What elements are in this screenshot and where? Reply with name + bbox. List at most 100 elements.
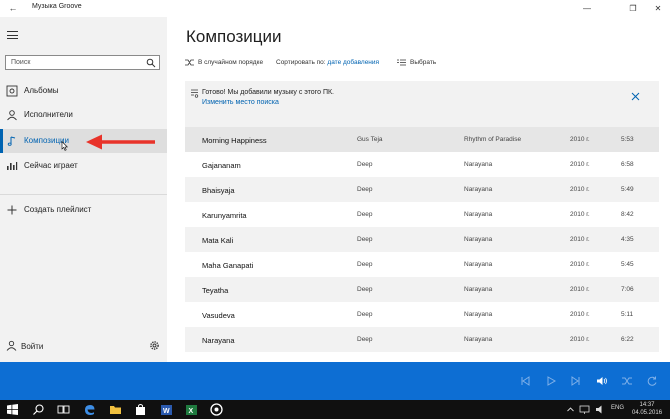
sidebar-item-now-playing[interactable]: Сейчас играет (0, 154, 167, 178)
groove-music-icon[interactable] (210, 403, 223, 416)
song-artist[interactable]: Deep (357, 311, 373, 318)
window-title: Музыка Groove (32, 3, 82, 10)
song-album[interactable]: Narayana (464, 211, 492, 218)
song-year: 2010 г. (570, 286, 590, 293)
sidebar-item-albums[interactable]: Альбомы (0, 79, 167, 103)
song-album[interactable]: Narayana (464, 336, 492, 343)
sort-value: дате добавления (327, 59, 380, 66)
song-album[interactable]: Narayana (464, 261, 492, 268)
user-icon (6, 340, 17, 351)
task-view-icon[interactable] (57, 403, 70, 416)
close-button[interactable]: ✕ (645, 0, 670, 17)
notification-message: Готово! Мы добавили музыку с этого ПК. (202, 89, 334, 96)
next-icon[interactable] (570, 375, 582, 387)
sidebar-item-label: Исполнители (24, 110, 73, 119)
table-row[interactable]: Mata Kali Deep Narayana 2010 г. 4:35 (185, 227, 659, 252)
song-artist[interactable]: Deep (357, 286, 373, 293)
edge-browser-icon[interactable] (83, 403, 96, 416)
sidebar-item-artists[interactable]: Исполнители (0, 103, 167, 127)
search-icon[interactable] (146, 58, 156, 68)
song-duration: 6:58 (621, 161, 634, 168)
shuffle-icon[interactable] (621, 375, 633, 387)
song-year: 2010 г. (570, 261, 590, 268)
song-album[interactable]: Narayana (464, 236, 492, 243)
hamburger-menu-icon[interactable] (7, 31, 18, 39)
input-language[interactable]: ENG (611, 405, 624, 411)
song-duration: 5:11 (621, 311, 634, 318)
network-icon[interactable] (578, 403, 591, 416)
song-album[interactable]: Narayana (464, 161, 492, 168)
song-artist[interactable]: Deep (357, 186, 373, 193)
song-duration: 6:22 (621, 336, 634, 343)
song-album[interactable]: Rhythm of Paradise (464, 136, 521, 143)
song-album[interactable]: Narayana (464, 186, 492, 193)
back-arrow-icon[interactable]: ← (6, 2, 20, 15)
song-duration: 4:35 (621, 236, 634, 243)
sign-in-button[interactable]: Войти (0, 335, 167, 357)
speaker-icon[interactable] (594, 403, 607, 416)
song-artist[interactable]: Deep (357, 161, 373, 168)
word-icon[interactable]: W (160, 403, 173, 416)
select-button[interactable]: Выбрать (397, 59, 436, 66)
song-artist[interactable]: Deep (357, 236, 373, 243)
song-artist[interactable]: Gus Teja (357, 136, 383, 143)
now-playing-icon (7, 162, 18, 170)
artist-icon (7, 110, 17, 121)
song-year: 2010 г. (570, 186, 590, 193)
song-album[interactable]: Narayana (464, 286, 492, 293)
svg-text:X: X (189, 408, 194, 415)
minimize-button[interactable]: — (574, 0, 600, 17)
search-icon[interactable] (32, 403, 45, 416)
volume-icon[interactable] (596, 375, 608, 387)
maximize-button[interactable]: ❐ (620, 0, 646, 17)
song-title: Vasudeva (202, 311, 235, 320)
sidebar-item-label: Создать плейлист (24, 205, 92, 214)
sidebar: Поиск Альбомы Исполнители Композиции Сей… (0, 17, 167, 362)
table-row[interactable]: Bhaisyaja Deep Narayana 2010 г. 5:49 (185, 177, 659, 202)
table-row[interactable]: Maha Ganapati Deep Narayana 2010 г. 5:45 (185, 252, 659, 277)
song-year: 2010 г. (570, 336, 590, 343)
table-row[interactable]: Morning Happiness Gus Teja Rhythm of Par… (185, 127, 659, 152)
gear-icon[interactable] (149, 340, 160, 351)
song-artist[interactable]: Deep (357, 261, 373, 268)
search-input[interactable]: Поиск (5, 55, 160, 70)
close-icon[interactable] (631, 92, 640, 101)
repeat-icon[interactable] (646, 375, 658, 387)
svg-text:W: W (163, 408, 170, 415)
song-duration: 5:49 (621, 186, 634, 193)
sidebar-item-label: Альбомы (24, 86, 59, 95)
sort-dropdown[interactable]: Сортировать по: дате добавления (276, 59, 379, 66)
table-row[interactable]: Teyatha Deep Narayana 2010 г. 7:06 (185, 277, 659, 302)
change-search-location-link[interactable]: Изменить место поиска (202, 99, 279, 106)
song-album[interactable]: Narayana (464, 311, 492, 318)
excel-icon[interactable]: X (185, 403, 198, 416)
table-row[interactable]: Narayana Deep Narayana 2010 г. 6:22 (185, 327, 659, 352)
song-title: Morning Happiness (202, 136, 267, 145)
select-list-icon (397, 59, 406, 66)
clock[interactable]: 14:37 04.05.2016 (632, 402, 662, 417)
song-artist[interactable]: Deep (357, 211, 373, 218)
song-duration: 5:53 (621, 136, 634, 143)
windows-start-icon[interactable] (6, 403, 19, 416)
page-title: Композиции (186, 27, 282, 46)
sign-in-label: Войти (21, 342, 44, 351)
shuffle-button[interactable]: В случайном порядке (185, 59, 263, 66)
file-explorer-icon[interactable] (109, 403, 122, 416)
album-icon (6, 85, 18, 97)
clock-time: 14:37 (639, 402, 655, 408)
chevron-up-icon[interactable] (564, 403, 577, 416)
previous-icon[interactable] (519, 375, 531, 387)
play-icon[interactable] (545, 375, 557, 387)
table-row[interactable]: Karunyamrita Deep Narayana 2010 г. 8:42 (185, 202, 659, 227)
create-playlist-button[interactable]: Создать плейлист (0, 198, 167, 222)
shuffle-label: В случайном порядке (198, 59, 264, 67)
clock-date: 04.05.2016 (632, 409, 663, 416)
table-row[interactable]: Gajananam Deep Narayana 2010 г. 6:58 (185, 152, 659, 177)
store-icon[interactable] (134, 403, 147, 416)
song-artist[interactable]: Deep (357, 336, 373, 343)
table-row[interactable]: Vasudeva Deep Narayana 2010 г. 5:11 (185, 302, 659, 327)
song-duration: 7:06 (621, 286, 634, 293)
notification-banner: Готово! Мы добавили музыку с этого ПК. И… (185, 81, 659, 131)
song-title: Teyatha (202, 286, 229, 295)
song-title: Bhaisyaja (202, 186, 235, 195)
